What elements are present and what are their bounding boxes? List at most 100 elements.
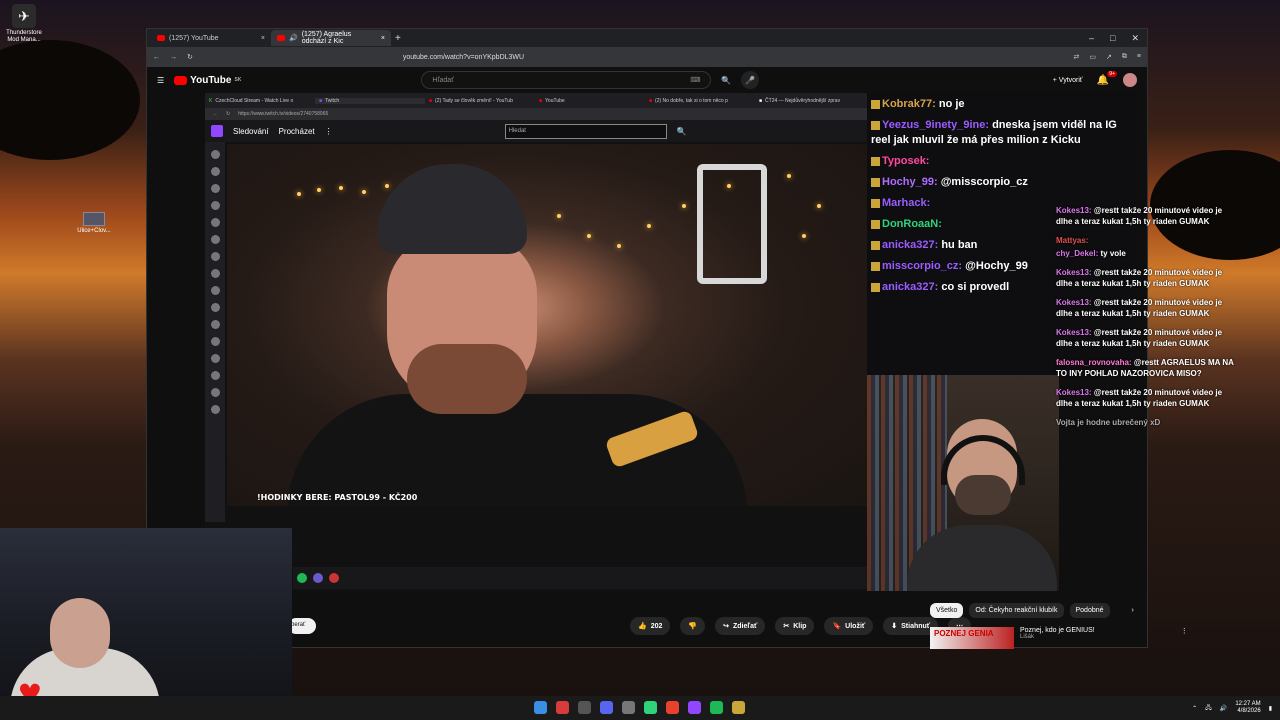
app-icon[interactable] [732, 701, 745, 714]
channel-avatar[interactable] [210, 252, 220, 261]
video-channel[interactable]: Lišák [1020, 634, 1095, 640]
chat-user[interactable]: DonRoaaN: [882, 218, 942, 230]
reload-icon[interactable]: ↻ [226, 111, 230, 117]
chip-all[interactable]: Všetko [930, 603, 964, 618]
search-icon[interactable]: 🔍 [721, 76, 731, 85]
save-button[interactable]: 🔖 Uložiť [824, 617, 874, 635]
twitch-nav-following[interactable]: Sledování [233, 127, 269, 136]
avatar[interactable] [1123, 73, 1137, 87]
channel-avatar[interactable] [210, 354, 220, 363]
subscribe-chip[interactable]: berať [288, 618, 316, 634]
channel-avatar[interactable] [210, 235, 220, 244]
twitch-search-input[interactable]: Hledat [504, 123, 667, 139]
start-icon[interactable] [534, 701, 547, 714]
chat-user[interactable]: misscorpio_cz: [882, 260, 962, 272]
like-button[interactable]: 👍 202 [630, 617, 671, 635]
clock[interactable]: 12:27 AM 4/8/2026 [1235, 701, 1260, 715]
dislike-button[interactable]: 👎 [680, 617, 706, 635]
close-window-icon[interactable]: ✕ [1131, 33, 1139, 44]
hamburger-icon[interactable]: ☰ [157, 76, 164, 85]
twitch-logo-icon[interactable] [211, 125, 223, 137]
chevron-right-icon[interactable]: › [1132, 607, 1134, 614]
keyboard-icon[interactable]: ⌨ [690, 76, 700, 84]
twitch-nav-browse[interactable]: Procházet [279, 127, 315, 136]
channel-avatar[interactable] [210, 371, 220, 380]
chat-user[interactable]: Hochy_99: [882, 176, 938, 188]
extensions-icon[interactable]: ⧉ [1122, 53, 1127, 61]
stream-frame[interactable]: !HODINKY BERE: PASTOL99 - KČ200 [227, 144, 867, 506]
channel-avatar[interactable] [210, 388, 220, 397]
kick-icon[interactable] [644, 701, 657, 714]
channel-avatar[interactable] [210, 286, 220, 295]
inner-address-bar[interactable]: ← ↻ https://www.twitch.tv/videos/2740758… [205, 108, 867, 120]
channel-avatar[interactable] [210, 337, 220, 346]
notification-icon[interactable]: ▮ [1269, 705, 1272, 712]
video-thumbnail[interactable]: POZNEJ GENIA [930, 627, 1014, 649]
channel-avatar[interactable] [210, 201, 220, 210]
youtube-logo[interactable]: YouTube SK [174, 75, 241, 86]
menu-icon[interactable]: ≡ [1137, 53, 1141, 61]
emote-icon[interactable] [329, 573, 339, 583]
channel-avatar[interactable] [210, 167, 220, 176]
chat-user[interactable]: anicka327: [882, 281, 938, 293]
forward-icon[interactable]: → [170, 54, 177, 61]
emote-icon[interactable] [313, 573, 323, 583]
settings-icon[interactable] [622, 701, 635, 714]
inner-tab[interactable]: ■ (2) Tady se člověk změní! - YouTub [425, 98, 535, 104]
channel-avatar[interactable] [210, 150, 220, 159]
twitch-icon[interactable] [688, 701, 701, 714]
maximize-icon[interactable]: □ [1110, 33, 1115, 44]
chat-user[interactable]: Yeezus_9inety_9ine: [882, 119, 989, 131]
browser-tab-active[interactable]: 🔊 (1257) Agraelus odchází z Kic × [271, 30, 391, 46]
inner-tab[interactable]: ■ (2) No dobře, tak si o tom něco p [645, 98, 755, 104]
channel-avatar[interactable] [210, 218, 220, 227]
chat-user[interactable]: anicka327: [882, 239, 938, 251]
share-icon[interactable]: ↗ [1106, 53, 1112, 61]
video-player[interactable]: K CzechCloud Stream - Watch Live o ■ Twitc… [205, 93, 867, 591]
inner-tab[interactable]: K CzechCloud Stream - Watch Live o [205, 98, 315, 104]
spotify-icon[interactable] [297, 573, 307, 583]
minimize-icon[interactable]: – [1089, 33, 1094, 44]
chip-similar[interactable]: Podobné [1069, 603, 1110, 618]
channel-avatar[interactable] [210, 320, 220, 329]
channel-avatar[interactable] [210, 184, 220, 193]
close-icon[interactable]: × [381, 35, 385, 42]
close-icon[interactable]: × [261, 35, 265, 42]
back-icon[interactable]: ← [213, 111, 218, 117]
channel-avatar[interactable] [210, 405, 220, 414]
chip-channel[interactable]: Od: Čekyho reakční klubík [969, 603, 1064, 618]
browser-tab-youtube[interactable]: (1257) YouTube × [151, 30, 271, 46]
maps-icon[interactable] [556, 701, 569, 714]
inner-tab[interactable]: ■ YouTube [535, 98, 645, 104]
url-field[interactable]: youtube.com/watch?v=onYKpbDL3WU [403, 54, 873, 61]
discord-icon[interactable] [600, 701, 613, 714]
more-icon[interactable]: ⋮ [1181, 627, 1188, 649]
recommended-video[interactable]: POZNEJ GENIA Poznej, kdo je GENIUS! Lišá… [930, 627, 1188, 649]
media-player-icon[interactable] [710, 701, 723, 714]
desktop-icon-thunderstore[interactable]: ✈ Thunderstore Mod Mana... [4, 4, 44, 44]
brave-icon[interactable] [666, 701, 679, 714]
desktop-icon-ulice[interactable]: Ulice+Clov... [74, 212, 114, 234]
chevron-up-icon[interactable]: ⌃ [1192, 705, 1197, 712]
inner-tab-active[interactable]: ■ Twitch [315, 97, 425, 104]
reload-icon[interactable]: ↻ [187, 53, 193, 61]
new-tab-icon[interactable]: + [395, 33, 401, 44]
clip-button[interactable]: ✂ Klip [775, 617, 815, 635]
notifications-bell-icon[interactable]: 🔔 9+ [1097, 70, 1117, 86]
inner-tab[interactable]: ■ ČT24 — Nejdůvěryhodnější zprav [755, 98, 865, 104]
screen-icon[interactable]: ▭ [1089, 53, 1096, 61]
share-button[interactable]: ↪ Zdieľať [715, 617, 766, 635]
chat-user[interactable]: Kobrak77: [882, 98, 936, 110]
channel-avatar[interactable] [210, 303, 220, 312]
back-icon[interactable]: ← [153, 54, 160, 61]
translate-icon[interactable]: ⇄ [1074, 53, 1080, 61]
volume-icon[interactable]: 🔊 [1220, 705, 1227, 712]
video-title[interactable]: Poznej, kdo je GENIUS! [1020, 627, 1095, 634]
microphone-icon[interactable]: 🎤 [741, 71, 760, 89]
network-icon[interactable]: 🖧 [1205, 703, 1212, 713]
chat-user[interactable]: Typosek: [882, 155, 929, 167]
chat-user[interactable]: Marhack: [882, 197, 930, 209]
more-icon[interactable]: ⋮ [325, 127, 333, 136]
channel-avatar[interactable] [210, 269, 220, 278]
create-button[interactable]: + Vytvoriť [1053, 77, 1083, 84]
